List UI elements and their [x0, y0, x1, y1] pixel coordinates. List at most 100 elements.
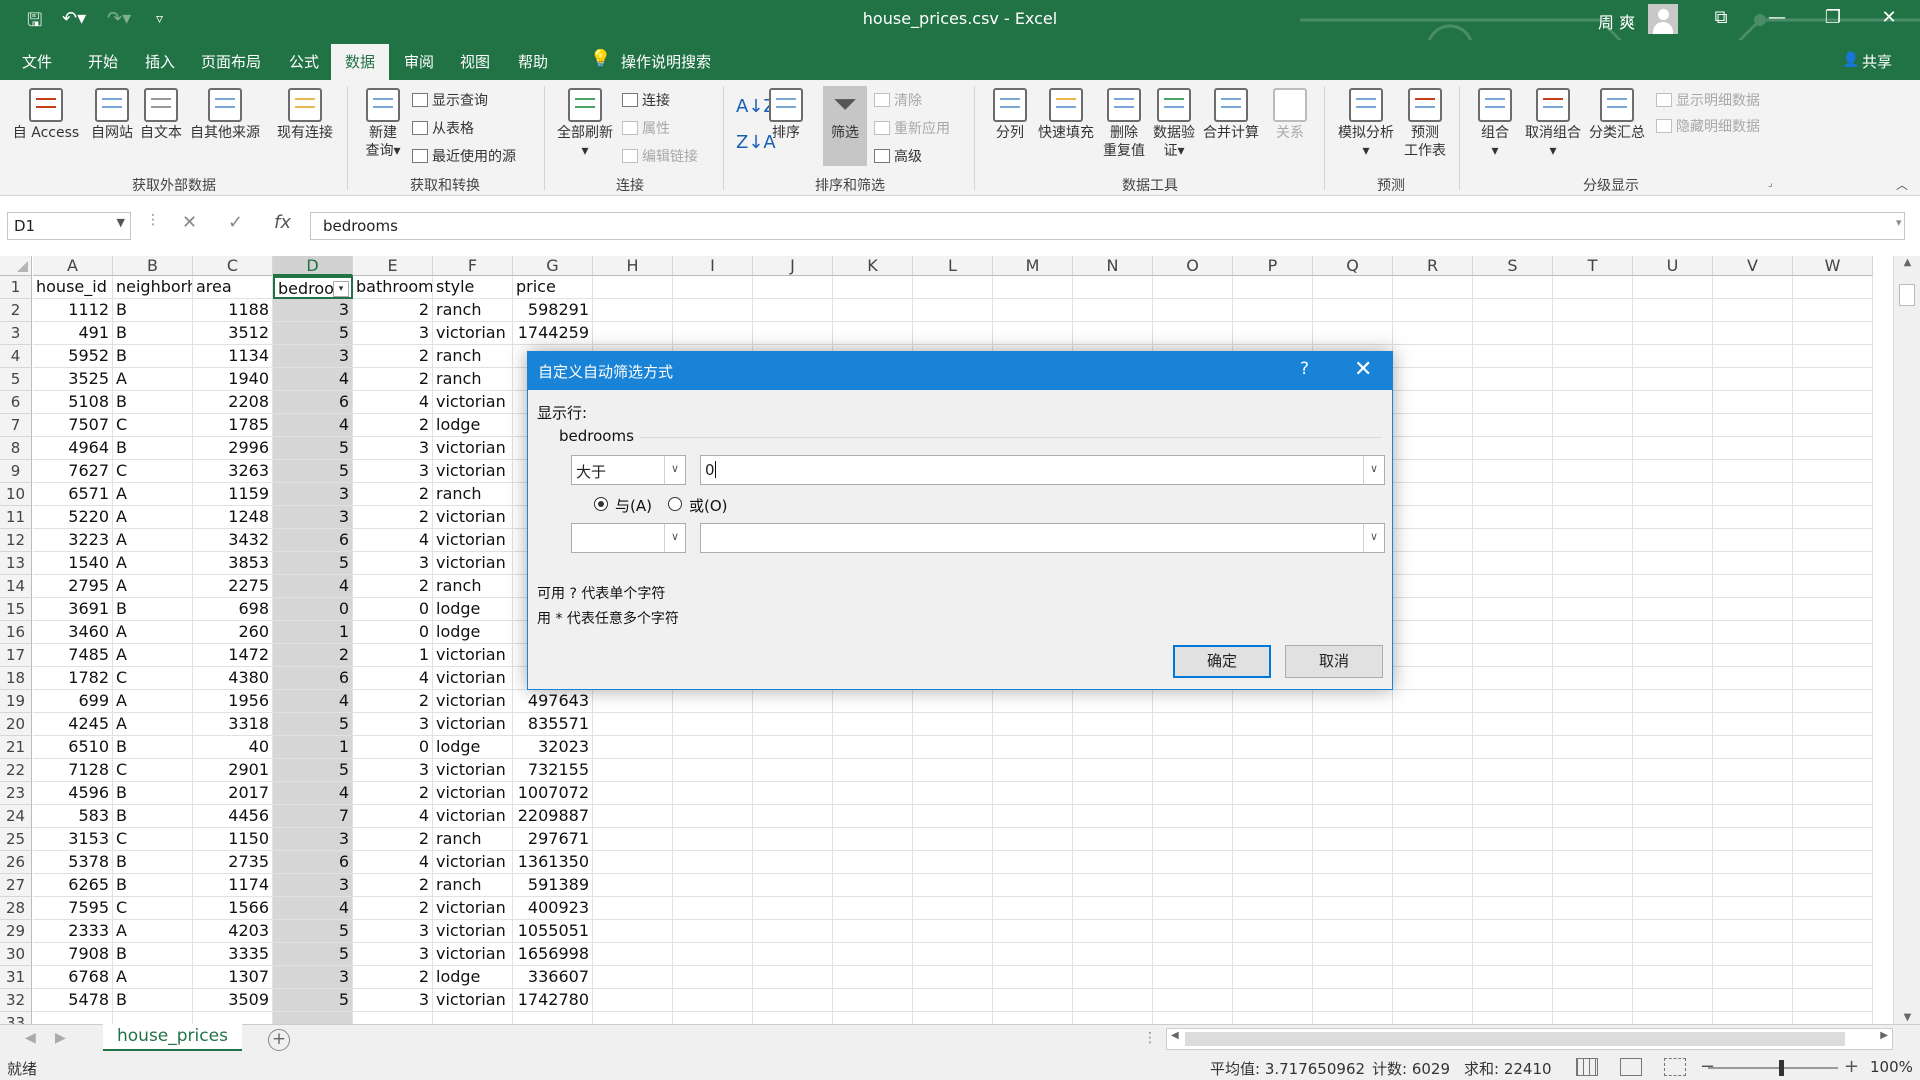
cell[interactable]	[1473, 736, 1553, 759]
cell[interactable]	[1793, 943, 1873, 966]
cell[interactable]	[1713, 437, 1793, 460]
cell[interactable]	[1473, 966, 1553, 989]
column-header[interactable]: S	[1473, 256, 1553, 276]
cell[interactable]	[1713, 506, 1793, 529]
cell[interactable]: C	[113, 667, 193, 690]
cell[interactable]	[753, 943, 833, 966]
cell[interactable]	[1153, 736, 1233, 759]
cell[interactable]: 1150	[193, 828, 273, 851]
cell[interactable]	[913, 897, 993, 920]
cell[interactable]	[1553, 299, 1633, 322]
cell[interactable]	[1793, 667, 1873, 690]
cell[interactable]	[1313, 989, 1393, 1012]
cell[interactable]	[993, 966, 1073, 989]
name-box[interactable]: D1 ▼	[7, 212, 131, 240]
cell[interactable]: 2996	[193, 437, 273, 460]
cell[interactable]	[1473, 598, 1553, 621]
cell[interactable]: 591389	[513, 874, 593, 897]
cell[interactable]	[1713, 943, 1793, 966]
cell[interactable]	[913, 713, 993, 736]
cell[interactable]: ranch	[433, 368, 513, 391]
cell[interactable]: 1540	[33, 552, 113, 575]
tab-review[interactable]: 审阅	[404, 51, 434, 72]
cell[interactable]	[1633, 276, 1713, 299]
cell[interactable]	[1633, 782, 1713, 805]
cell[interactable]	[1473, 529, 1553, 552]
cell[interactable]	[1393, 483, 1473, 506]
cell[interactable]	[1473, 828, 1553, 851]
cell[interactable]	[913, 759, 993, 782]
cell[interactable]	[593, 851, 673, 874]
cell[interactable]: 0	[353, 736, 433, 759]
share-button[interactable]: 共享	[1862, 51, 1892, 72]
cell[interactable]	[1553, 552, 1633, 575]
cell[interactable]	[1553, 529, 1633, 552]
insert-function-icon[interactable]: fx	[274, 212, 291, 233]
cell[interactable]	[593, 782, 673, 805]
row-header[interactable]: 19	[0, 690, 32, 713]
cell[interactable]	[1073, 276, 1153, 299]
cell[interactable]	[1713, 828, 1793, 851]
cell[interactable]: 1112	[33, 299, 113, 322]
cell[interactable]	[1073, 897, 1153, 920]
cell[interactable]	[1633, 920, 1713, 943]
cell[interactable]	[1313, 874, 1393, 897]
cell[interactable]	[1473, 414, 1553, 437]
zoom-slider[interactable]	[1708, 1067, 1838, 1069]
cell[interactable]	[1313, 966, 1393, 989]
column-header[interactable]: C	[193, 256, 273, 276]
cell[interactable]	[1633, 483, 1713, 506]
cell[interactable]	[1553, 322, 1633, 345]
cell[interactable]	[1393, 966, 1473, 989]
cell[interactable]: victorian	[433, 437, 513, 460]
cell[interactable]	[913, 828, 993, 851]
cell[interactable]	[1313, 1012, 1393, 1024]
cell[interactable]: 3	[353, 322, 433, 345]
cell[interactable]	[833, 897, 913, 920]
cell[interactable]: B	[113, 943, 193, 966]
cell[interactable]: lodge	[433, 598, 513, 621]
cell[interactable]	[1153, 1012, 1233, 1024]
cell[interactable]: 2	[353, 506, 433, 529]
cell[interactable]: 5	[273, 989, 353, 1012]
cell[interactable]	[1233, 989, 1313, 1012]
cell[interactable]	[1393, 759, 1473, 782]
row-header[interactable]: 21	[0, 736, 32, 759]
column-header[interactable]: L	[913, 256, 993, 276]
cell[interactable]	[1393, 391, 1473, 414]
cell[interactable]: 3	[273, 299, 353, 322]
cell[interactable]	[993, 851, 1073, 874]
cell[interactable]	[673, 874, 753, 897]
cell[interactable]	[1473, 759, 1553, 782]
cell[interactable]	[1633, 713, 1713, 736]
cell[interactable]	[1633, 805, 1713, 828]
cell[interactable]: 7627	[33, 460, 113, 483]
cell[interactable]: victorian	[433, 391, 513, 414]
cell[interactable]	[833, 966, 913, 989]
cell[interactable]	[33, 1012, 113, 1024]
cell[interactable]	[1473, 644, 1553, 667]
cell[interactable]	[1633, 736, 1713, 759]
cell[interactable]	[1473, 943, 1553, 966]
cell[interactable]: lodge	[433, 414, 513, 437]
cell[interactable]	[1553, 621, 1633, 644]
cell[interactable]: 1134	[193, 345, 273, 368]
cell[interactable]	[1393, 368, 1473, 391]
cell[interactable]: 1007072	[513, 782, 593, 805]
cell[interactable]	[1153, 276, 1233, 299]
cell[interactable]	[993, 943, 1073, 966]
group-button[interactable]: 组合 ▾	[1468, 88, 1522, 160]
row-header[interactable]: 30	[0, 943, 32, 966]
cell[interactable]: 1188	[193, 299, 273, 322]
column-header[interactable]: Q	[1313, 256, 1393, 276]
cell[interactable]: 497643	[513, 690, 593, 713]
tab-home[interactable]: 开始	[88, 51, 118, 72]
cell[interactable]: 4203	[193, 920, 273, 943]
column-header[interactable]: I	[673, 256, 753, 276]
cell[interactable]	[1713, 621, 1793, 644]
cell[interactable]	[833, 851, 913, 874]
zoom-slider-knob[interactable]	[1779, 1060, 1784, 1076]
ungroup-button[interactable]: 取消组合 ▾	[1520, 88, 1586, 160]
cell[interactable]	[1553, 391, 1633, 414]
cell[interactable]	[1553, 897, 1633, 920]
